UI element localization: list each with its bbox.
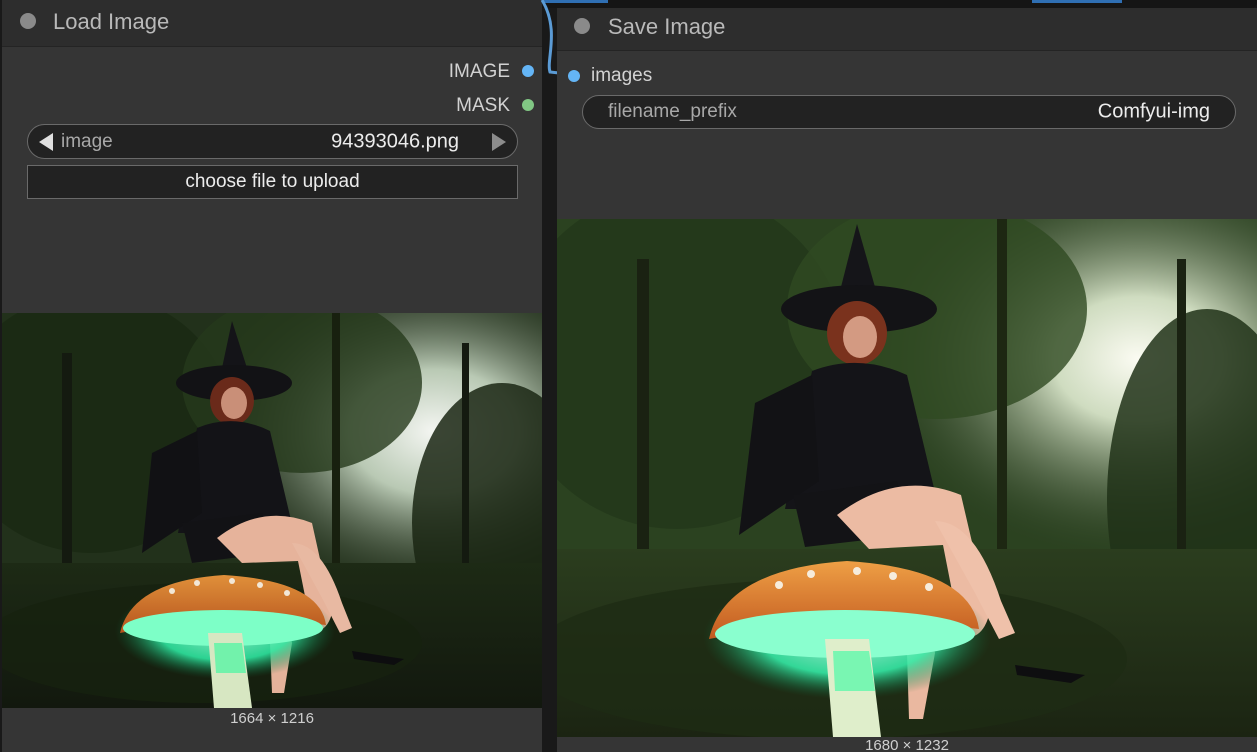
image-combo-widget[interactable]: image 94393046.png [27,124,518,159]
save-image-node[interactable]: Save Image images filename_prefix Comfyu… [557,8,1257,752]
image-size-label: 1680 × 1232 [865,737,949,752]
collapse-dot-icon[interactable] [574,18,590,34]
widget-label: image [61,130,113,152]
output-label-mask: MASK [456,95,510,116]
widget-value: Comfyui-img [1097,100,1210,123]
arrow-left-icon[interactable] [39,132,53,151]
node-title: Save Image [608,14,726,39]
toolbar-accent [1032,0,1122,3]
graph-canvas[interactable]: Load Image IMAGE MASK image 94393046.png… [0,0,1257,752]
input-image-preview [2,313,542,708]
widget-label: filename_prefix [608,101,737,122]
node-title: Load Image [53,9,170,34]
output-port-image[interactable] [522,65,534,77]
output-label-image: IMAGE [448,61,510,82]
choose-file-button[interactable]: choose file to upload [27,165,518,199]
node-header[interactable]: Save Image [557,8,1257,51]
output-port-mask[interactable] [522,99,534,111]
image-size-label: 1664 × 1216 [230,710,314,727]
load-image-node[interactable]: Load Image IMAGE MASK image 94393046.png… [2,0,542,752]
arrow-right-icon[interactable] [492,132,506,151]
output-image-preview [557,219,1257,737]
filename-prefix-widget[interactable]: filename_prefix Comfyui-img [582,95,1236,129]
preview-photo [557,219,1257,737]
input-label-images: images [591,65,653,86]
input-port-images[interactable] [568,70,580,82]
widget-value: 94393046.png [331,130,459,152]
node-header[interactable]: Load Image [2,0,542,47]
collapse-dot-icon[interactable] [20,13,36,29]
preview-photo [2,313,542,708]
